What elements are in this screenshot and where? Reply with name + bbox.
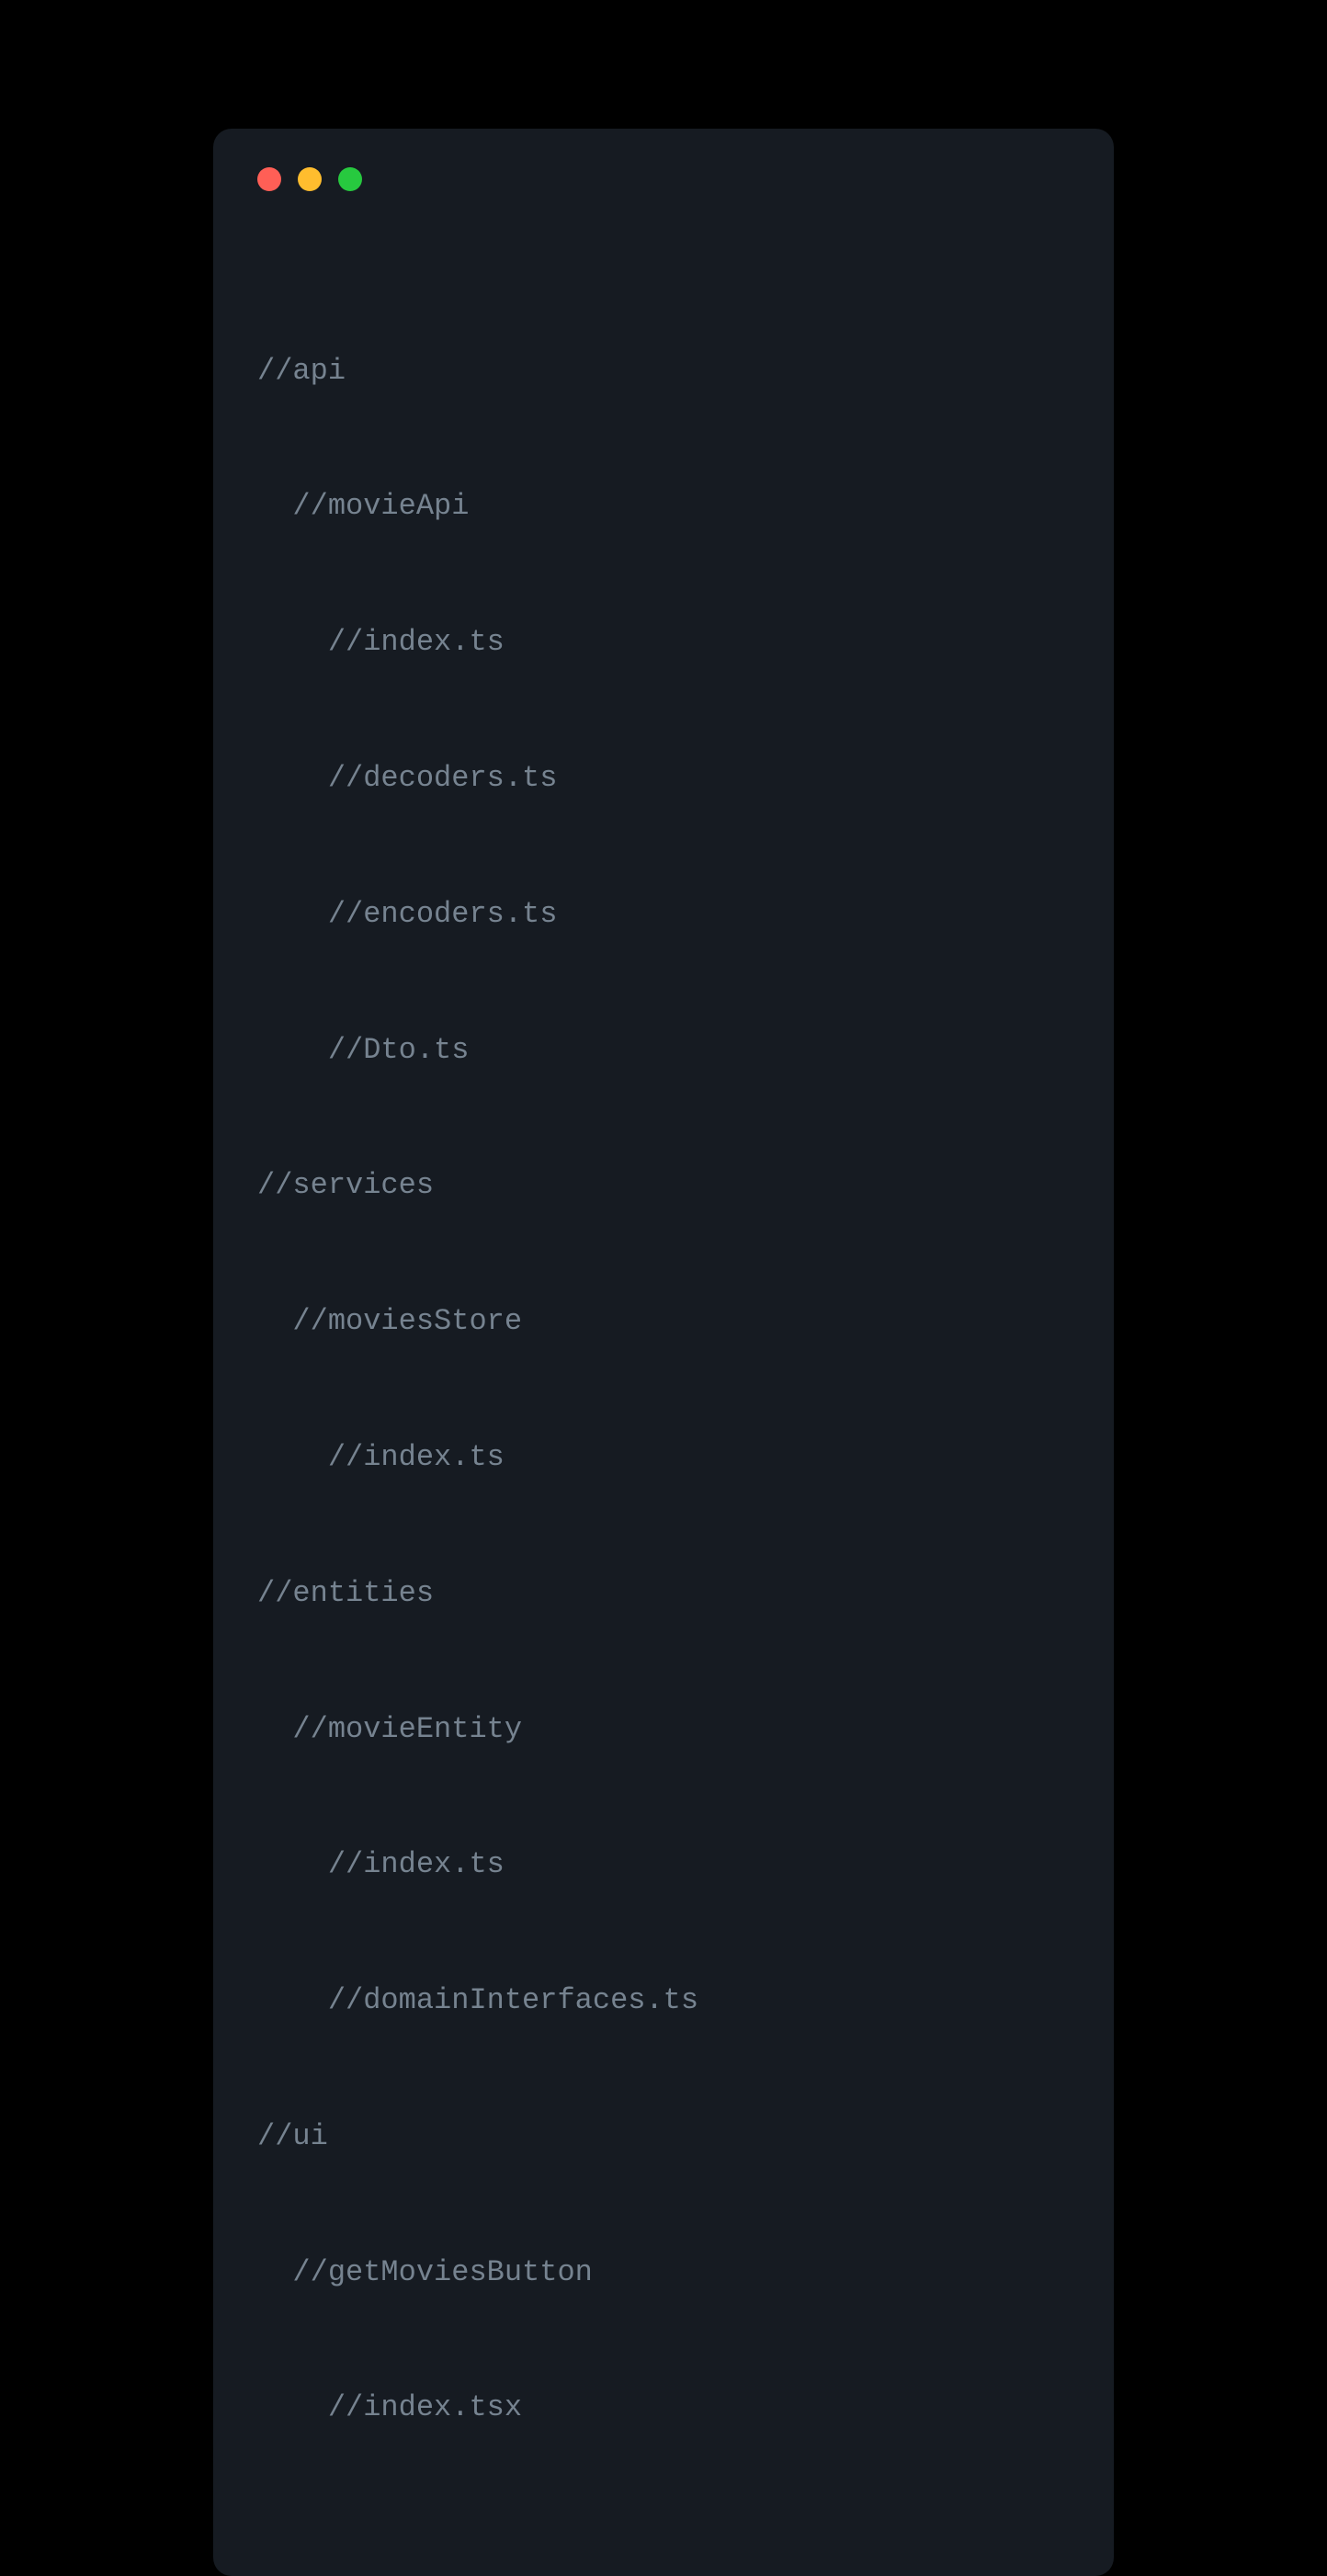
window-controls xyxy=(257,167,1070,191)
code-line: //api xyxy=(257,348,1070,393)
code-line: //index.ts xyxy=(257,619,1070,664)
minimize-icon[interactable] xyxy=(298,167,322,191)
code-line: //moviesStore xyxy=(257,1299,1070,1344)
code-window: //api //movieApi //index.ts //decoders.t… xyxy=(213,129,1114,2576)
code-line: //movieEntity xyxy=(257,1707,1070,1752)
code-line: //encoders.ts xyxy=(257,891,1070,936)
code-line: //getMoviesButton xyxy=(257,2250,1070,2295)
code-line: //services xyxy=(257,1163,1070,1208)
code-editor-content: //api //movieApi //index.ts //decoders.t… xyxy=(257,257,1070,2521)
code-line: //index.tsx xyxy=(257,2385,1070,2430)
code-line: //Dto.ts xyxy=(257,1027,1070,1072)
close-icon[interactable] xyxy=(257,167,281,191)
code-line: //domainInterfaces.ts xyxy=(257,1978,1070,2023)
code-line: //index.ts xyxy=(257,1842,1070,1887)
code-line: //index.ts xyxy=(257,1435,1070,1480)
code-line: //movieApi xyxy=(257,483,1070,528)
maximize-icon[interactable] xyxy=(338,167,362,191)
code-line: //entities xyxy=(257,1571,1070,1616)
code-line: //ui xyxy=(257,2114,1070,2159)
code-line: //decoders.ts xyxy=(257,755,1070,800)
